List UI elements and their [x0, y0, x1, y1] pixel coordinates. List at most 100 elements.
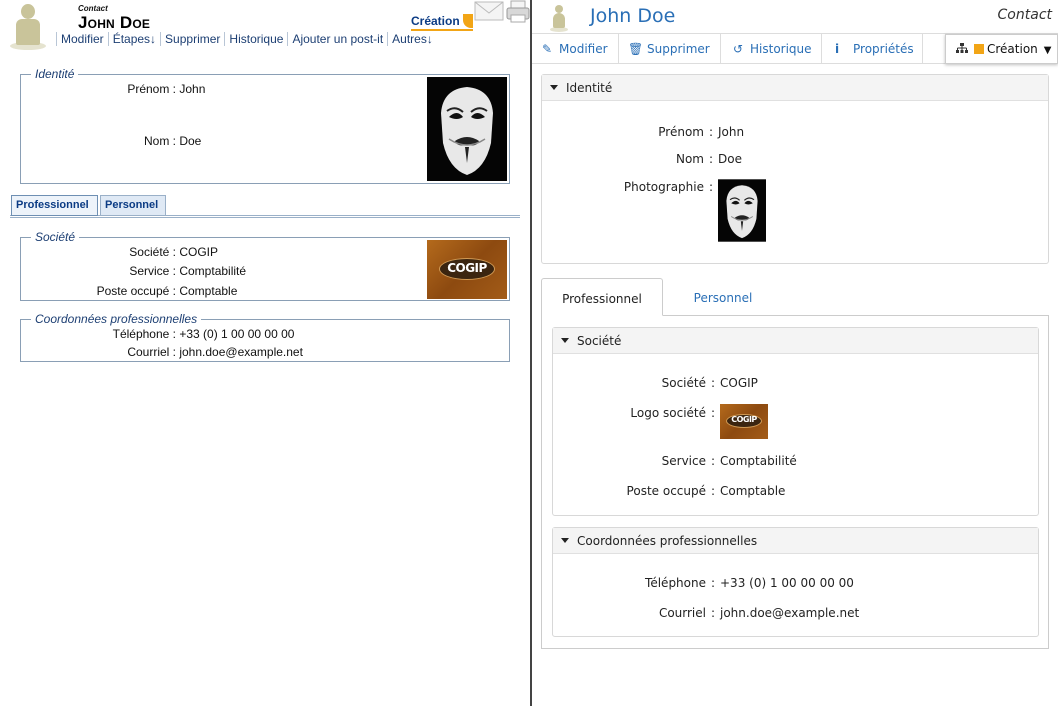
lastname-value: Doe	[179, 134, 202, 148]
separator: :	[708, 180, 714, 194]
edit-label: Modifier	[559, 42, 608, 56]
company-row: Société: COGIP	[553, 376, 758, 390]
properties-button[interactable]: i Propriétés	[822, 34, 923, 64]
company-value: COGIP	[720, 376, 758, 390]
pencil-icon: ✎	[541, 42, 553, 56]
position-row: Poste occupé : Comptable	[8, 284, 238, 298]
modern-contact-view: John Doe Contact ✎ Modifier 🗑 Supprimer ↺ H…	[532, 0, 1058, 706]
service-value: Comptabilité	[720, 454, 797, 468]
firstname-value: John	[718, 125, 745, 139]
company-row: Société : COGIP	[8, 245, 218, 259]
firstname-value: John	[179, 82, 206, 96]
contact-legend: Coordonnées professionnelles	[35, 312, 198, 326]
menu-supprimer[interactable]: Supprimer	[160, 32, 224, 46]
mail-icon[interactable]	[474, 0, 504, 22]
email-label: Courriel :	[127, 345, 176, 359]
legacy-contact-view: Contact John Doe Modifier Étapes↓ Suppri…	[0, 0, 530, 706]
separator: :	[708, 152, 714, 166]
contact-photo[interactable]	[718, 179, 766, 242]
contact-photo	[427, 77, 507, 181]
company-title: Société	[577, 334, 622, 348]
lastname-value: Doe	[718, 152, 742, 166]
delete-label: Supprimer	[647, 42, 710, 56]
identity-title: Identité	[566, 81, 613, 95]
edit-button[interactable]: ✎ Modifier	[532, 34, 619, 64]
photo-label: Photographie	[623, 180, 704, 194]
history-label: Historique	[750, 42, 812, 56]
phone-value: +33 (0) 1 00 00 00 00	[179, 327, 295, 341]
phone-value: +33 (0) 1 00 00 00 00	[720, 576, 854, 590]
email-row: Courriel : john.doe@example.net	[8, 345, 303, 359]
state-dropdown[interactable]: Création ▼	[945, 34, 1058, 64]
company-logo: COGIP	[427, 240, 507, 299]
identity-header[interactable]: Identité	[542, 75, 1048, 101]
separator: :	[710, 376, 716, 390]
info-icon: i	[834, 42, 840, 56]
position-value: Comptable	[720, 484, 786, 498]
service-label: Service	[661, 454, 706, 468]
position-row: Poste occupé: Comptable	[553, 484, 786, 498]
company-value: COGIP	[179, 245, 219, 259]
phone-label: Téléphone	[645, 576, 706, 590]
lastname-label: Nom	[675, 152, 704, 166]
logo-label: Logo société	[630, 406, 706, 420]
delete-button[interactable]: 🗑 Supprimer	[619, 34, 721, 64]
state-corner	[463, 14, 473, 28]
menu-modifier[interactable]: Modifier	[56, 32, 108, 46]
service-value: Comptabilité	[179, 264, 247, 278]
email-row: Courriel: john.doe@example.net	[553, 606, 859, 620]
contact-header[interactable]: Coordonnées professionnelles	[553, 528, 1038, 554]
logo-row: Logo société:	[553, 406, 720, 420]
company-header[interactable]: Société	[553, 328, 1038, 354]
history-button[interactable]: ↺ Historique	[721, 34, 822, 64]
separator: :	[710, 606, 716, 620]
identity-row-lastname: Nom : Doe	[20, 134, 201, 148]
state-badge[interactable]: Création	[411, 14, 473, 31]
tab-personnel[interactable]: Personnel	[663, 278, 783, 316]
sitemap-icon	[956, 43, 968, 53]
firstname-label: Prénom	[658, 125, 704, 139]
logo-text: COGIP	[731, 415, 757, 424]
lastname-label: Nom :	[143, 134, 176, 148]
trash-icon: 🗑	[628, 42, 644, 56]
tab-personnel[interactable]: Personnel	[100, 195, 166, 216]
state-label: Création	[987, 42, 1038, 56]
contact-title: Coordonnées professionnelles	[577, 534, 758, 548]
history-icon: ↺	[732, 42, 744, 56]
service-row: Service: Comptabilité	[553, 454, 797, 468]
menu-etapes[interactable]: Étapes↓	[107, 32, 160, 46]
person-icon	[550, 4, 568, 32]
company-logo[interactable]: COGIP	[720, 404, 768, 439]
object-type-label: Contact	[997, 7, 1052, 23]
email-value[interactable]: john.doe@example.net	[720, 606, 859, 620]
service-label: Service :	[129, 264, 176, 278]
position-label: Poste occupé	[626, 484, 706, 498]
separator: :	[710, 484, 716, 498]
state-label: Création	[411, 14, 460, 28]
contact-panel: Coordonnées professionnelles Téléphone: +…	[552, 527, 1039, 637]
tab-professionnel[interactable]: Professionnel	[11, 195, 98, 216]
lastname-row: Nom: Doe	[542, 152, 742, 166]
separator: :	[710, 576, 716, 590]
menu-autres[interactable]: Autres↓	[387, 32, 437, 46]
separator: :	[708, 125, 714, 139]
separator: :	[710, 454, 716, 468]
printer-icon[interactable]	[506, 0, 530, 24]
email-label: Courriel	[658, 606, 706, 620]
person-icon	[8, 2, 48, 50]
menu-add-postit[interactable]: Ajouter un post-it	[287, 32, 387, 46]
company-label: Société	[661, 376, 706, 390]
phone-label: Téléphone :	[112, 327, 176, 341]
service-row: Service : Comptabilité	[8, 264, 246, 278]
company-legend: Société	[35, 230, 76, 244]
menu-historique[interactable]: Historique	[224, 32, 287, 46]
tab-strip: Professionnel Personnel	[10, 194, 520, 218]
tab-strip: Professionnel Personnel	[541, 278, 1049, 316]
logo-text: COGIP	[447, 261, 487, 275]
contact-title: John Doe	[590, 5, 676, 27]
contact-title: John Doe	[78, 13, 151, 32]
photo-row: Photographie:	[542, 180, 718, 194]
position-label: Poste occupé :	[96, 284, 176, 298]
separator: :	[710, 406, 716, 420]
tab-professionnel[interactable]: Professionnel	[541, 278, 663, 316]
